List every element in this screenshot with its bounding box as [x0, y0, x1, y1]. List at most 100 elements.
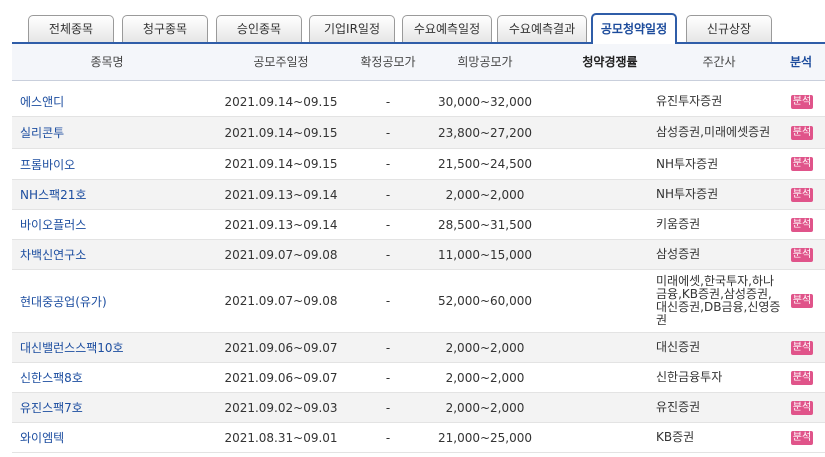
stock-name-link[interactable]: 유진스팩7호: [20, 393, 210, 422]
table-header: 종목명 공모주일정 확정공모가 희망공모가 청약경쟁률 주간사 분석: [12, 44, 825, 81]
stock-name-link[interactable]: 차백신연구소: [20, 240, 210, 269]
tab-subscription-schedule[interactable]: 공모청약일정: [591, 13, 677, 44]
header-competition-rate: 청약경쟁률: [582, 55, 638, 69]
manager: 미래에셋,한국투자,하나금융,KB증권,삼성증권,대신증권,DB금융,신영증권: [656, 274, 781, 327]
competition-rate: [562, 87, 658, 116]
stock-name-link[interactable]: 실리콘투: [20, 117, 210, 148]
hoped-price: 21,000~25,000: [437, 430, 533, 445]
stock-name-link[interactable]: 현대중공업(유가): [20, 270, 210, 332]
hoped-price: 2,000~2,000: [445, 370, 525, 385]
schedule-date: 2021.09.14~09.15: [224, 157, 338, 171]
confirmed-price: -: [385, 187, 391, 202]
competition-rate: [562, 149, 658, 179]
analysis-button[interactable]: 분석: [790, 94, 814, 109]
tab-filed-stocks[interactable]: 청구종목: [122, 15, 208, 42]
header-analysis: 분석: [789, 55, 813, 69]
header-confirmed-price: 확정공모가: [360, 55, 416, 69]
confirmed-price: -: [385, 294, 391, 308]
stock-name-link[interactable]: 바이오플러스: [20, 210, 210, 239]
hoped-price: 2,000~2,000: [445, 187, 525, 202]
tab-all-stocks[interactable]: 전체종목: [28, 15, 114, 42]
tab-new-listing[interactable]: 신규상장: [686, 15, 772, 42]
table-row: 에스앤디 2021.09.14~09.15 - 30,000~32,000 유진…: [12, 87, 825, 117]
tab-forecast-schedule[interactable]: 수요예측일정: [402, 15, 492, 42]
hoped-price: 11,000~15,000: [437, 247, 533, 262]
hoped-price: 30,000~32,000: [437, 94, 533, 109]
tab-forecast-result[interactable]: 수요예측결과: [497, 15, 587, 42]
competition-rate: [562, 270, 658, 332]
manager: NH투자증권: [656, 187, 719, 201]
hoped-price: 2,000~2,000: [445, 340, 525, 355]
schedule-date: 2021.09.06~09.07: [224, 340, 338, 355]
hoped-price: 28,500~31,500: [437, 217, 533, 232]
stock-name-link[interactable]: NH스팩21호: [20, 180, 210, 209]
stock-name-link[interactable]: 에스앤디: [20, 87, 210, 116]
table-row: 유진스팩7호 2021.09.02~09.03 - 2,000~2,000 유진…: [12, 393, 825, 423]
competition-rate: [562, 423, 658, 452]
manager: 키움증권: [656, 217, 701, 231]
hoped-price: 21,500~24,500: [437, 157, 533, 171]
competition-rate: [562, 180, 658, 209]
tab-ir-schedule[interactable]: 기업IR일정: [309, 15, 395, 42]
table-row: 대신밸런스스팩10호 2021.09.06~09.07 - 2,000~2,00…: [12, 333, 825, 363]
confirmed-price: -: [385, 370, 391, 385]
table-row: 프롬바이오 2021.09.14~09.15 - 21,500~24,500 N…: [12, 149, 825, 180]
analysis-button[interactable]: 분석: [790, 400, 814, 415]
schedule-date: 2021.09.14~09.15: [224, 125, 338, 140]
confirmed-price: -: [385, 340, 391, 355]
schedule-date: 2021.09.14~09.15: [224, 94, 338, 109]
manager: 신한금융투자: [656, 370, 723, 384]
competition-rate: [562, 393, 658, 422]
stock-name-link[interactable]: 와이엠텍: [20, 423, 210, 452]
schedule-date: 2021.08.31~09.01: [224, 430, 338, 445]
manager: 유진투자증권: [656, 94, 723, 108]
analysis-button[interactable]: 분석: [790, 370, 814, 385]
header-manager: 주간사: [702, 55, 736, 69]
confirmed-price: -: [385, 125, 391, 140]
table-row: 와이엠텍 2021.08.31~09.01 - 21,000~25,000 KB…: [12, 423, 825, 453]
manager: NH투자증권: [656, 156, 719, 171]
competition-rate: [562, 333, 658, 362]
competition-rate: [562, 240, 658, 269]
confirmed-price: -: [385, 94, 391, 109]
competition-rate: [562, 117, 658, 148]
manager: 삼성증권,미래에셋증권: [656, 125, 771, 139]
schedule-date: 2021.09.13~09.14: [224, 187, 338, 202]
header-date: 공모주일정: [253, 55, 309, 69]
confirmed-price: -: [385, 430, 391, 445]
analysis-button[interactable]: 분석: [790, 430, 814, 445]
manager: 대신증권: [656, 340, 701, 354]
hoped-price: 23,800~27,200: [437, 125, 533, 140]
confirmed-price: -: [385, 157, 391, 171]
table-row: NH스팩21호 2021.09.13~09.14 - 2,000~2,000 N…: [12, 180, 825, 210]
stock-name-link[interactable]: 대신밸런스스팩10호: [20, 333, 210, 362]
analysis-button[interactable]: 분석: [790, 247, 814, 262]
schedule-date: 2021.09.07~09.08: [224, 247, 338, 262]
analysis-button[interactable]: 분석: [790, 125, 814, 140]
schedule-date: 2021.09.02~09.03: [224, 400, 338, 415]
hoped-price: 2,000~2,000: [445, 400, 525, 415]
manager: KB증권: [656, 430, 695, 444]
confirmed-price: -: [385, 400, 391, 415]
stock-name-link[interactable]: 신한스팩8호: [20, 363, 210, 392]
analysis-button[interactable]: 분석: [790, 340, 814, 355]
tab-approved-stocks[interactable]: 승인종목: [216, 15, 302, 42]
header-hoped-price: 희망공모가: [457, 55, 513, 69]
manager: 유진증권: [656, 400, 701, 414]
table-row: 현대중공업(유가) 2021.09.07~09.08 - 52,000~60,0…: [12, 270, 825, 333]
stock-name-link[interactable]: 프롬바이오: [20, 149, 210, 179]
analysis-button[interactable]: 분석: [790, 157, 814, 171]
schedule-date: 2021.09.06~09.07: [224, 370, 338, 385]
table-row: 바이오플러스 2021.09.13~09.14 - 28,500~31,500 …: [12, 210, 825, 240]
table-row: 차백신연구소 2021.09.07~09.08 - 11,000~15,000 …: [12, 240, 825, 270]
analysis-button[interactable]: 분석: [790, 294, 814, 308]
schedule-date: 2021.09.13~09.14: [224, 217, 338, 232]
hoped-price: 52,000~60,000: [437, 294, 533, 308]
analysis-button[interactable]: 분석: [790, 217, 814, 232]
tab-bar: 전체종목 청구종목 승인종목 기업IR일정 수요예측일정 수요예측결과 공모청약…: [0, 0, 825, 44]
confirmed-price: -: [385, 247, 391, 262]
competition-rate: [562, 210, 658, 239]
competition-rate: [562, 363, 658, 392]
table-row: 신한스팩8호 2021.09.06~09.07 - 2,000~2,000 신한…: [12, 363, 825, 393]
analysis-button[interactable]: 분석: [790, 187, 814, 202]
